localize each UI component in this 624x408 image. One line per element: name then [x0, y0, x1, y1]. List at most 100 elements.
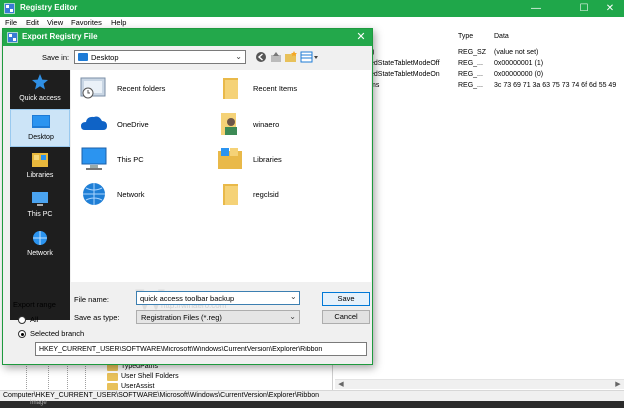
- libraries-icon: [218, 148, 242, 169]
- value-type: REG_SZ: [458, 49, 487, 56]
- place-desktop[interactable]: Desktop: [10, 109, 70, 147]
- save-button[interactable]: Save: [322, 292, 370, 306]
- value-data: 0x00000001 (1): [494, 60, 544, 67]
- cancel-button[interactable]: Cancel: [322, 310, 370, 324]
- value-data: 0x00000000 (0): [494, 71, 544, 78]
- scroll-left-icon[interactable]: ◀: [336, 380, 346, 390]
- user-folder-icon: [221, 113, 237, 135]
- file-label: Network: [117, 190, 145, 199]
- file-name-input[interactable]: [136, 291, 300, 305]
- place-network[interactable]: Network: [10, 226, 70, 264]
- scroll-right-icon[interactable]: ▶: [613, 380, 623, 390]
- value-name[interactable]: edStateTabletModeOn: [370, 71, 440, 78]
- list-item-recent-folders[interactable]: Recent folders: [79, 74, 209, 104]
- value-type: REG_...: [458, 71, 483, 78]
- close-window-icon[interactable]: ✕: [596, 0, 624, 17]
- folder-icon: [107, 373, 118, 381]
- save-in-dropdown[interactable]: Desktop ⌄: [74, 50, 246, 64]
- horizontal-scrollbar[interactable]: ◀ ▶: [335, 379, 624, 389]
- registry-values-pane[interactable]: Type Data t) REG_SZ (value not set) edSt…: [335, 29, 624, 390]
- close-icon[interactable]: ✕: [354, 30, 368, 44]
- taskbar-strip: Image: [0, 400, 624, 408]
- desktop-folder-icon: [78, 53, 88, 61]
- star-icon: [32, 74, 48, 90]
- export-range-label: Export range: [13, 300, 56, 309]
- value-name[interactable]: edStateTabletModeOff: [370, 60, 440, 67]
- regedit-app-icon: [7, 32, 18, 43]
- file-label: winaero: [253, 120, 280, 129]
- place-label: Network: [27, 250, 53, 257]
- tree-item-user-shell-folders[interactable]: User Shell Folders: [121, 373, 179, 380]
- dialog-titlebar[interactable]: Export Registry File ✕: [3, 29, 372, 46]
- value-data: 3c 73 69 71 3a 63 75 73 74 6f 6d 55 49: [494, 82, 617, 89]
- list-item-winaero[interactable]: winaero: [215, 110, 345, 140]
- folder-icon: [223, 78, 238, 99]
- column-header-type[interactable]: Type: [458, 33, 473, 40]
- computer-icon: [81, 147, 107, 170]
- network-icon: [83, 183, 105, 205]
- menu-favorites[interactable]: Favorites: [71, 18, 102, 27]
- export-registry-dialog: Export Registry File ✕ Save in: Desktop …: [2, 28, 373, 365]
- regedit-app-icon: [4, 3, 15, 14]
- list-item-this-pc[interactable]: This PC: [79, 145, 209, 175]
- up-folder-icon[interactable]: [269, 50, 283, 64]
- selected-branch-input[interactable]: [35, 342, 367, 356]
- chevron-down-icon: ⌄: [235, 52, 242, 61]
- folder-icon: [223, 184, 238, 205]
- tree-item-userassist[interactable]: UserAssist: [121, 383, 154, 390]
- radio-all-label: All: [30, 315, 39, 324]
- file-label: Libraries: [253, 155, 282, 164]
- save-type-label: Save as type:: [74, 313, 120, 322]
- desktop-icon: [32, 115, 50, 128]
- recent-folders-icon: [80, 77, 106, 99]
- place-this-pc[interactable]: This PC: [10, 187, 70, 225]
- view-menu-icon[interactable]: [300, 50, 320, 64]
- place-label: Libraries: [26, 172, 54, 179]
- place-libraries[interactable]: Libraries: [10, 148, 70, 186]
- libraries-icon: [32, 153, 48, 167]
- value-type: REG_...: [458, 82, 483, 89]
- places-bar: Quick access Desktop Libraries This PC N…: [10, 70, 70, 320]
- menu-view[interactable]: View: [47, 18, 63, 27]
- computer-icon: [32, 192, 48, 206]
- taskbar-text: Image: [30, 400, 47, 406]
- minimize-icon[interactable]: —: [514, 0, 558, 17]
- column-header-data[interactable]: Data: [494, 33, 509, 40]
- list-item-regclsid[interactable]: regclsid: [215, 180, 345, 210]
- place-label: This PC: [27, 211, 53, 218]
- save-in-label: Save in:: [42, 53, 70, 62]
- network-icon: [33, 231, 47, 245]
- file-label: Recent folders: [117, 84, 166, 93]
- list-item-recent-items[interactable]: Recent Items: [215, 74, 345, 104]
- place-label: Desktop: [28, 134, 54, 141]
- save-type-dropdown[interactable]: Registration Files (*.reg) ⌄: [136, 310, 300, 324]
- file-label: This PC: [117, 155, 144, 164]
- file-list[interactable]: Recent folders Recent Items OneDrive win…: [71, 70, 371, 282]
- list-item-onedrive[interactable]: OneDrive: [79, 110, 209, 140]
- menu-file[interactable]: File: [5, 18, 17, 27]
- regedit-statusbar: Computer\HKEY_CURRENT_USER\SOFTWARE\Micr…: [0, 390, 624, 401]
- menu-edit[interactable]: Edit: [26, 18, 39, 27]
- file-label: regclsid: [253, 190, 279, 199]
- radio-selected-branch-label: Selected branch: [30, 329, 85, 338]
- save-type-value: Registration Files (*.reg): [141, 313, 222, 322]
- dialog-title: Export Registry File: [22, 32, 98, 41]
- radio-button[interactable]: [18, 316, 26, 324]
- regedit-titlebar[interactable]: Registry Editor — ☐ ✕: [0, 0, 624, 17]
- save-in-value: Desktop: [91, 53, 119, 62]
- onedrive-icon: [81, 116, 107, 130]
- value-type: REG_...: [458, 60, 483, 67]
- menu-help[interactable]: Help: [111, 18, 126, 27]
- list-item-network[interactable]: Network: [79, 180, 209, 210]
- back-icon[interactable]: [254, 50, 268, 64]
- file-label: OneDrive: [117, 120, 149, 129]
- place-quick-access[interactable]: Quick access: [10, 70, 70, 108]
- regedit-title: Registry Editor: [20, 3, 78, 12]
- place-label: Quick access: [19, 95, 61, 102]
- file-name-label: File name:: [74, 295, 110, 304]
- list-item-libraries[interactable]: Libraries: [215, 145, 345, 175]
- chevron-down-icon: ⌄: [289, 312, 296, 321]
- radio-button[interactable]: [18, 330, 26, 338]
- file-label: Recent Items: [253, 84, 298, 93]
- new-folder-icon[interactable]: [284, 50, 298, 64]
